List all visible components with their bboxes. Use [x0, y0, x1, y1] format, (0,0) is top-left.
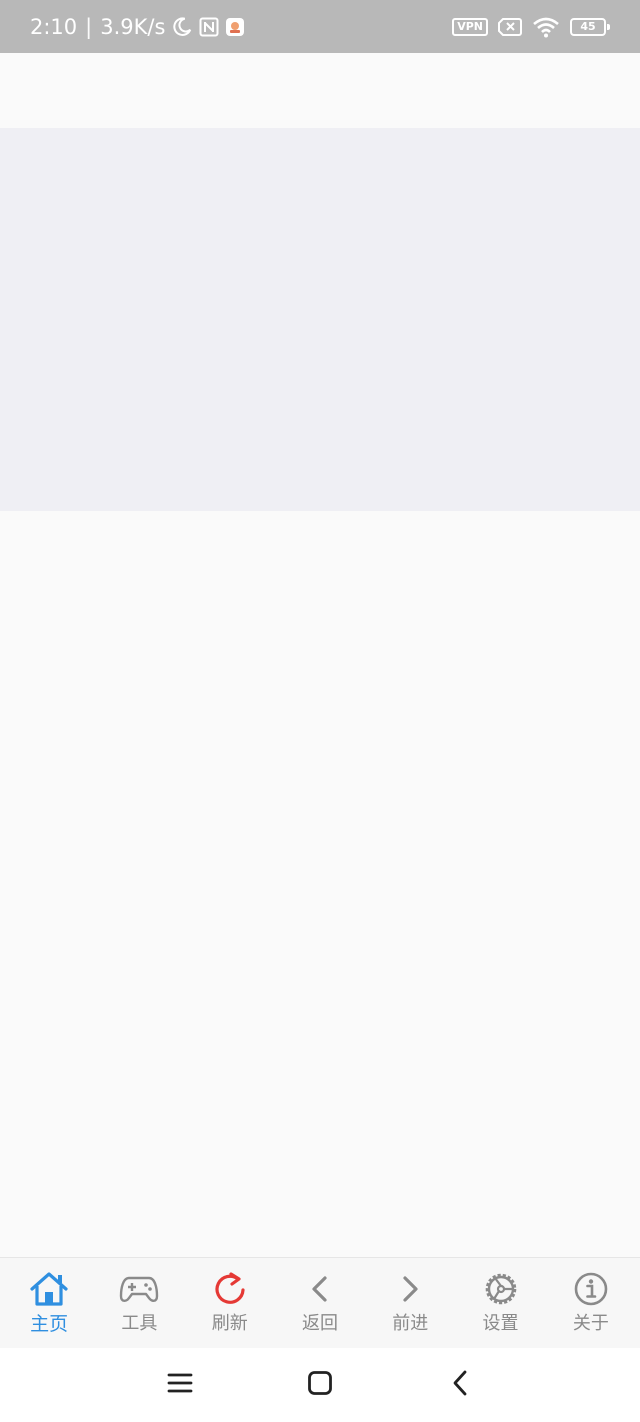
status-bar: 2:10 | 3.9K/s VPN 45 — [0, 0, 640, 53]
status-time: 2:10 — [30, 14, 78, 39]
toolbar-label: 关于 — [572, 1313, 609, 1334]
toolbar-about-button[interactable]: 关于 — [549, 1270, 633, 1334]
battery-level: 45 — [570, 17, 606, 36]
toolbar-settings-button[interactable]: 设置 — [459, 1270, 543, 1334]
status-separator: | — [85, 14, 93, 39]
nav-back-button[interactable] — [390, 1348, 530, 1422]
nav-home-button[interactable] — [250, 1348, 390, 1422]
toolbar-refresh-button[interactable]: 刷新 — [188, 1270, 272, 1334]
toolbar-home-button[interactable]: 主页 — [7, 1270, 91, 1334]
home-icon — [29, 1270, 69, 1308]
toolbar-label: 前进 — [392, 1313, 429, 1334]
settings-gear-icon — [481, 1270, 521, 1308]
toolbar-label: 返回 — [301, 1313, 338, 1334]
chevron-right-icon — [390, 1270, 430, 1308]
toolbar-tools-button[interactable]: 工具 — [97, 1270, 181, 1334]
menu-icon — [167, 1372, 193, 1398]
chevron-left-icon — [300, 1270, 340, 1308]
screen: 2:10 | 3.9K/s VPN 45 主页 工具 刷新 返回 前进 设置 关… — [0, 0, 640, 1422]
toolbar-forward-button[interactable]: 前进 — [368, 1270, 452, 1334]
nav-menu-button[interactable] — [110, 1348, 250, 1422]
gamepad-icon — [119, 1270, 159, 1308]
app-notification-icon — [225, 17, 245, 37]
info-icon — [571, 1270, 611, 1308]
back-icon — [450, 1369, 470, 1401]
battery-tip — [607, 23, 610, 30]
toolbar-label: 设置 — [482, 1313, 519, 1334]
content-area — [0, 511, 640, 1257]
status-right: VPN 45 — [452, 16, 610, 38]
no-sim-icon — [498, 17, 522, 36]
battery-icon: 45 — [570, 17, 610, 36]
toolbar-label: 工具 — [121, 1313, 158, 1334]
moon-icon — [171, 16, 193, 38]
nfc-icon — [199, 17, 219, 37]
top-header-strip — [0, 53, 640, 128]
refresh-icon — [210, 1270, 250, 1308]
vpn-icon: VPN — [452, 17, 488, 36]
system-navigation-bar — [0, 1348, 640, 1422]
network-speed: 3.9K/s — [100, 14, 166, 39]
status-left: 2:10 | 3.9K/s — [30, 15, 245, 39]
home-square-icon — [307, 1370, 333, 1400]
wifi-icon — [532, 16, 560, 38]
banner-area — [0, 128, 640, 511]
toolbar-label: 刷新 — [211, 1313, 248, 1334]
bottom-toolbar: 主页 工具 刷新 返回 前进 设置 关于 — [0, 1257, 640, 1348]
toolbar-label: 主页 — [30, 1313, 69, 1335]
toolbar-back-button[interactable]: 返回 — [278, 1270, 362, 1334]
